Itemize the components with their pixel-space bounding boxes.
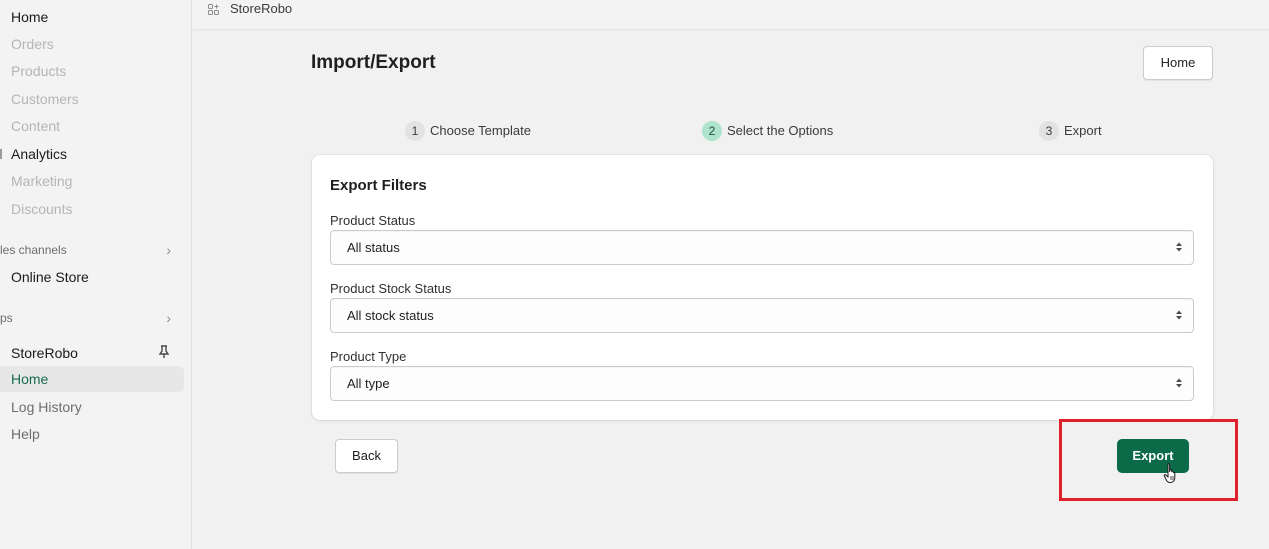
- back-button[interactable]: Back: [335, 439, 398, 473]
- product-status-label: Product Status: [330, 213, 416, 228]
- sidebar-item-home[interactable]: Home: [0, 4, 184, 30]
- product-stock-status-label: Product Stock Status: [330, 281, 452, 296]
- step-label: Export: [1064, 123, 1102, 138]
- product-stock-status-select[interactable]: All stock status: [330, 298, 1194, 333]
- chevron-right-icon: ›: [166, 242, 171, 258]
- chevron-right-icon: ›: [166, 310, 171, 326]
- sidebar-item-products[interactable]: Products: [0, 58, 184, 84]
- product-status-select[interactable]: All status: [330, 230, 1194, 265]
- pin-icon[interactable]: [158, 345, 170, 359]
- sidebar-item-orders[interactable]: Orders: [0, 31, 184, 57]
- select-caret-icon: [1176, 242, 1182, 252]
- sidebar-item-label: Products: [11, 63, 67, 79]
- step-export: 3 Export: [1039, 121, 1102, 141]
- sidebar-subitem-log-history[interactable]: Log History: [0, 394, 184, 420]
- analytics-icon: [0, 149, 2, 159]
- hand-cursor-icon: [1163, 463, 1176, 483]
- sidebar-item-label: Analytics: [11, 146, 68, 162]
- step-label: Select the Options: [727, 123, 834, 138]
- step-select-options: 2 Select the Options: [702, 121, 833, 141]
- select-value: All status: [347, 240, 400, 255]
- select-caret-icon: [1176, 378, 1182, 388]
- select-value: All stock status: [347, 308, 434, 323]
- sidebar-item-label: Marketing: [11, 173, 73, 189]
- sidebar-item-label: Content: [11, 118, 61, 134]
- apps-header[interactable]: ps ›: [0, 307, 184, 329]
- apps-grid-icon: [208, 4, 219, 15]
- sidebar-item-label: Log History: [11, 399, 82, 415]
- home-button[interactable]: Home: [1143, 46, 1213, 80]
- sidebar-item-online-store[interactable]: Online Store: [0, 264, 184, 290]
- sidebar-item-label: Home: [11, 371, 49, 387]
- sidebar: Home Orders Products Customers Content A…: [0, 0, 192, 549]
- sales-channels-header[interactable]: les channels ›: [0, 239, 184, 261]
- sidebar-item-label: StoreRobo: [11, 345, 78, 361]
- sidebar-item-label: Home: [11, 9, 49, 25]
- card-title: Export Filters: [330, 177, 427, 194]
- sidebar-subitem-home[interactable]: Home: [0, 366, 184, 392]
- sidebar-item-label: Online Store: [11, 269, 89, 285]
- section-label: ps: [0, 311, 13, 325]
- section-label: les channels: [0, 243, 67, 257]
- page-title: Import/Export: [311, 52, 436, 73]
- step-label: Choose Template: [430, 123, 531, 138]
- sidebar-item-marketing[interactable]: Marketing: [0, 168, 184, 194]
- sidebar-item-storerobo[interactable]: StoreRobo: [0, 340, 184, 366]
- product-type-label: Product Type: [330, 349, 407, 364]
- sidebar-item-label: Customers: [11, 91, 79, 107]
- sidebar-subitem-help[interactable]: Help: [0, 421, 184, 447]
- sidebar-item-content[interactable]: Content: [0, 113, 184, 139]
- sidebar-item-analytics[interactable]: Analytics: [0, 141, 184, 167]
- sidebar-item-label: Discounts: [11, 201, 73, 217]
- sidebar-item-customers[interactable]: Customers: [0, 86, 184, 112]
- step-number: 2: [702, 121, 722, 141]
- sidebar-item-label: Orders: [11, 36, 54, 52]
- step-number: 3: [1039, 121, 1059, 141]
- select-caret-icon: [1176, 310, 1182, 320]
- step-number: 1: [405, 121, 425, 141]
- sidebar-item-discounts[interactable]: Discounts: [0, 196, 184, 222]
- step-choose-template: 1 Choose Template: [405, 121, 531, 141]
- product-type-select[interactable]: All type: [330, 366, 1194, 401]
- top-bar: StoreRobo: [193, 0, 1269, 30]
- export-filters-card: Export Filters Product Status All status…: [312, 155, 1213, 420]
- select-value: All type: [347, 376, 390, 391]
- app-name: StoreRobo: [230, 1, 293, 16]
- sidebar-item-label: Help: [11, 426, 40, 442]
